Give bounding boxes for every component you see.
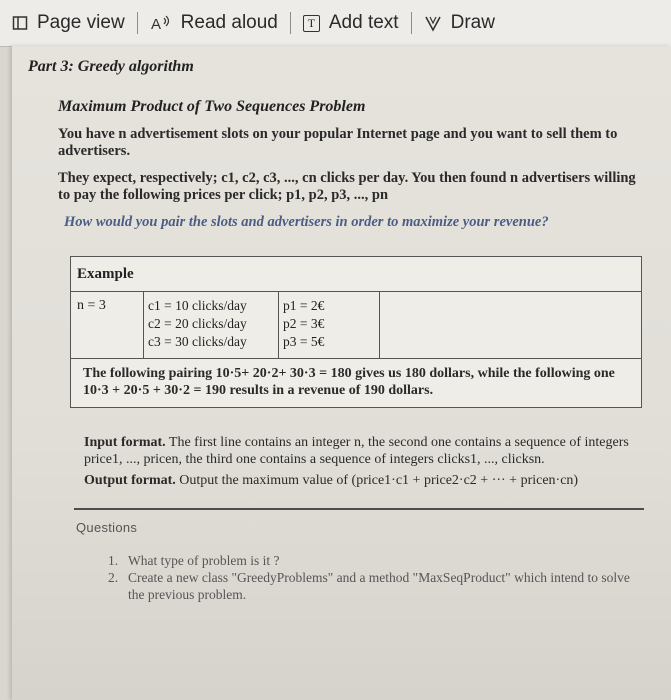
output-format: Output format. Output the maximum value … [84,472,644,489]
section-divider [74,508,644,510]
read-aloud-button[interactable]: A Read aloud [138,12,290,34]
output-format-label: Output format. [84,473,176,488]
question-item: 1. What type of problem is it ? [108,553,280,568]
reader-toolbar: Page view A Read aloud T Add text Draw [0,0,671,47]
read-aloud-label: Read aloud [180,12,278,33]
example-n: n = 3 [71,292,144,358]
page-view-button[interactable]: Page view [0,12,137,34]
add-text-button[interactable]: T Add text [291,12,411,34]
text-box-icon: T [302,14,320,32]
example-header: Example [71,257,641,292]
question-text: Create a new class "GreedyProblems" and … [128,570,630,602]
click-value: c1 = 10 clicks/day [148,298,247,313]
pen-icon [424,14,442,32]
price-value: p2 = 3€ [283,316,325,331]
question-text: What type of problem is it ? [128,553,280,568]
add-text-label: Add text [328,12,399,33]
questions-title: Questions [76,520,138,535]
draw-button[interactable]: Draw [412,12,507,34]
price-value: p1 = 2€ [283,298,325,313]
example-explanation: The following pairing 10·5+ 20·2+ 30·3 =… [83,366,615,398]
output-format-text: Output the maximum value of (price1·c1 +… [175,473,579,488]
draw-label: Draw [450,12,495,33]
price-value: p3 = 5€ [283,334,325,349]
input-format-text: The first line contains an integer n, th… [84,435,629,467]
problem-title: Maximum Product of Two Sequences Problem [58,98,366,115]
questions-list: 1. What type of problem is it ? 2. Create … [108,552,648,603]
example-row: n = 3 c1 = 10 clicks/day c2 = 20 clicks/… [71,292,641,359]
page-view-icon [12,15,28,31]
example-prices: p1 = 2€ p2 = 3€ p3 = 5€ [279,292,380,358]
example-table: Example n = 3 c1 = 10 clicks/day c2 = 20… [70,256,642,408]
read-aloud-icon: A [150,14,172,32]
input-format: Input format. The first line contains an… [84,434,644,468]
example-clicks: c1 = 10 clicks/day c2 = 20 clicks/day c3… [144,292,279,358]
problem-paragraph-2: They expect, respectively; c1, c2, c3, .… [58,170,636,203]
page-view-label: Page view [37,12,125,33]
part-title: Part 3: Greedy algorithm [28,58,194,75]
document-page: Part 3: Greedy algorithm Maximum Product… [12,46,671,700]
svg-text:A: A [151,16,161,32]
click-value: c3 = 30 clicks/day [148,334,247,349]
click-value: c2 = 20 clicks/day [148,316,247,331]
input-format-label: Input format. [84,435,166,450]
problem-question: How would you pair the slots and adverti… [64,214,549,230]
problem-paragraph-1: You have n advertisement slots on your p… [58,126,618,159]
question-item: 2. Create a new class "GreedyProblems" an… [108,570,630,602]
